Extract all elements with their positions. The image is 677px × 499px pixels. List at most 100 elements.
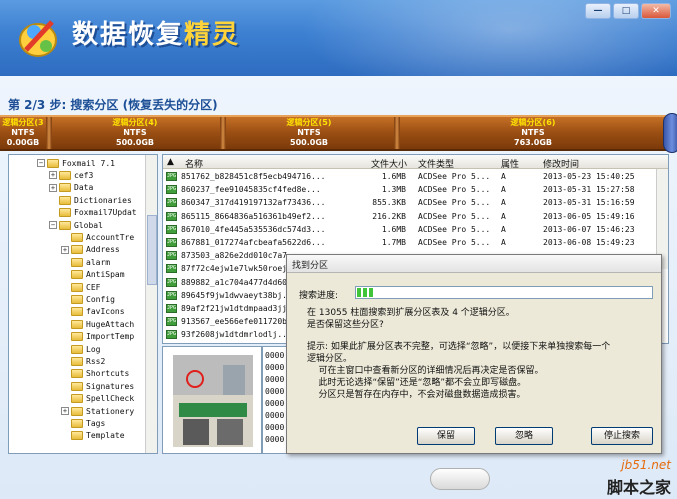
tree-item-label: Address xyxy=(86,245,120,255)
col-type[interactable]: 文件类型 xyxy=(418,157,454,170)
tree-item[interactable]: Config xyxy=(61,293,115,305)
tree-item[interactable]: SpellCheck xyxy=(61,393,134,405)
tree-item[interactable]: HugeAttach xyxy=(61,318,134,330)
tree-item-label: SpellCheck xyxy=(86,394,135,404)
partition-fs: NTFS xyxy=(521,128,545,137)
expand-icon[interactable]: + xyxy=(61,245,69,254)
jpg-file-icon: JPG xyxy=(166,185,177,195)
tree-item[interactable]: − Global xyxy=(49,219,103,231)
folder-icon xyxy=(71,232,83,242)
tree-item[interactable]: Signatures xyxy=(61,380,134,392)
collapse-icon[interactable]: − xyxy=(37,159,45,167)
tree-item[interactable]: alarm xyxy=(61,256,110,268)
tree-item[interactable]: Dictionaries xyxy=(49,194,132,206)
tree-item-label: cef3 xyxy=(74,170,94,180)
tree-item[interactable]: + cef3 xyxy=(49,169,93,181)
col-size[interactable]: 文件大小 xyxy=(371,157,407,170)
col-name[interactable]: 名称 xyxy=(185,157,203,170)
app-header: 数据恢复精灵 — □ ✕ xyxy=(0,0,677,76)
folder-icon xyxy=(71,369,83,379)
tree-item-label: Foxmail7Updat xyxy=(74,208,137,218)
partition-name: 逻辑分区(3 xyxy=(2,118,44,127)
file-size: 1.6MB xyxy=(381,172,406,181)
step-title: 第 2/3 步: 搜索分区 (恢复丢失的分区) xyxy=(8,98,218,112)
file-row[interactable]: JPG 860347_317d419197132af73436... 855.3KB… xyxy=(163,196,668,209)
tree-item-label: Global xyxy=(74,220,103,230)
partition-segment[interactable]: 逻辑分区(5) NTFS 500.0GB xyxy=(224,117,394,149)
file-name: 867881_017274afcbeafa5622d6... xyxy=(181,238,326,247)
tree-scrollbar[interactable] xyxy=(145,155,157,453)
expand-icon[interactable]: + xyxy=(49,171,57,180)
tree-item[interactable]: favIcons xyxy=(61,306,125,318)
partition-bar-end-cap xyxy=(663,113,677,153)
expand-icon[interactable]: + xyxy=(61,407,69,415)
ignore-button[interactable]: 忽略 xyxy=(495,427,553,445)
tree-item[interactable]: Template xyxy=(61,430,125,442)
folder-icon xyxy=(71,319,83,329)
tree-item[interactable]: + Address xyxy=(61,244,120,256)
tree-item[interactable]: AntiSpam xyxy=(61,269,125,281)
file-name: 865115_8664836a516361b49ef2... xyxy=(181,211,326,221)
tree-scroll-thumb[interactable] xyxy=(147,215,157,285)
tree-item-label: favIcons xyxy=(86,307,125,317)
tree-item[interactable]: Shortcuts xyxy=(61,368,129,380)
col-attr[interactable]: 属性 xyxy=(501,157,519,170)
partition-segment[interactable]: 逻辑分区(6) NTFS 763.0GB xyxy=(398,117,668,149)
collapse-icon[interactable]: − xyxy=(49,221,57,229)
tree-item-label: ImportTemp xyxy=(86,332,135,342)
file-name: 873503_a826e2dd010c7a7... xyxy=(181,251,302,261)
tree-item[interactable]: + Data xyxy=(49,182,93,194)
file-row[interactable]: JPG 867881_017274afcbeafa5622d6... 1.7MB AC… xyxy=(163,236,668,249)
folder-icon xyxy=(71,381,83,391)
partition-fs: NTFS xyxy=(123,128,147,137)
file-row[interactable]: JPG 865115_8664836a516361b49ef2... 216.2KB… xyxy=(163,210,668,223)
expand-icon[interactable]: + xyxy=(49,183,57,192)
file-attr: A xyxy=(501,172,506,181)
keep-button[interactable]: 保留 xyxy=(417,427,475,445)
tree-item[interactable]: AccountTre xyxy=(61,231,134,243)
close-button[interactable]: ✕ xyxy=(641,3,671,19)
file-attr: A xyxy=(501,185,506,195)
file-type: ACDSee Pro 5... xyxy=(418,211,491,221)
partition-segment[interactable]: 逻辑分区(3 NTFS 0.00GB xyxy=(0,117,46,149)
jpg-file-icon: JPG xyxy=(166,251,177,261)
found-partition-dialog: 找到分区 搜索进度: 在 13055 柱面搜索到扩展分区表及 4 个逻辑分区。 … xyxy=(286,254,662,454)
tree-item-label: Tags xyxy=(86,418,106,428)
tree-item[interactable]: Rss2 xyxy=(61,355,105,367)
partition-bar: 逻辑分区(3 NTFS 0.00GB 逻辑分区(4) NTFS 500.0GB 逻辑分区(5… xyxy=(0,115,672,151)
tree-item[interactable]: − Foxmail 7.1 xyxy=(37,157,115,169)
tree-item[interactable]: Tags xyxy=(61,417,105,429)
file-size: 1.3MB xyxy=(381,185,406,195)
tree-item[interactable]: Foxmail7Updat xyxy=(49,207,137,219)
stop-search-button[interactable]: 停止搜索 xyxy=(591,427,653,445)
tree-item-label: Template xyxy=(86,431,125,441)
file-name: 860347_317d419197132af73436... xyxy=(181,198,326,208)
folder-icon xyxy=(71,245,83,255)
folder-icon xyxy=(71,356,83,366)
file-name: 93f2608jw1dtdmrlodlj... xyxy=(181,330,292,340)
tree-item-label: Rss2 xyxy=(86,356,106,366)
partition-segment[interactable]: 逻辑分区(4) NTFS 500.0GB xyxy=(50,117,220,149)
file-size: 1.7MB xyxy=(381,238,406,247)
folder-tree[interactable]: − Foxmail 7.1 + cef3 + Data Dictionaries Foxmai… xyxy=(8,154,158,454)
tree-item-label: AccountTre xyxy=(86,232,135,242)
sort-up-icon[interactable]: ▲ xyxy=(167,157,174,167)
bottom-nav-button[interactable] xyxy=(430,468,490,490)
jpg-file-icon: JPG xyxy=(166,198,177,208)
file-row[interactable]: JPG 860237_fee91045835cf4fed8e... 1.3MB ACD… xyxy=(163,183,668,196)
maximize-button[interactable]: □ xyxy=(613,3,639,19)
file-type: ACDSee Pro 5... xyxy=(418,198,491,208)
file-row[interactable]: JPG 867010_4fe445a535536dc574d3... 1.6MB AC… xyxy=(163,223,668,236)
tree-item[interactable]: + Stationery xyxy=(61,405,134,417)
jpg-file-icon: JPG xyxy=(166,330,177,340)
tree-item[interactable]: ImportTemp xyxy=(61,331,134,343)
file-row[interactable]: JPG 851762_b828451c8f5ecb494716... 1.6MB AC… xyxy=(163,170,668,183)
tree-item-label: Stationery xyxy=(86,406,135,416)
col-mtime[interactable]: 修改时间 xyxy=(543,157,579,170)
tree-item[interactable]: CEF xyxy=(61,281,100,293)
file-name: 89af2f21jw1dtdmpaad3jj... xyxy=(181,304,302,313)
tree-item[interactable]: Log xyxy=(61,343,100,355)
minimize-button[interactable]: — xyxy=(585,3,611,19)
folder-icon xyxy=(47,158,59,168)
file-mtime: 2013-05-31 15:27:58 xyxy=(543,185,635,195)
